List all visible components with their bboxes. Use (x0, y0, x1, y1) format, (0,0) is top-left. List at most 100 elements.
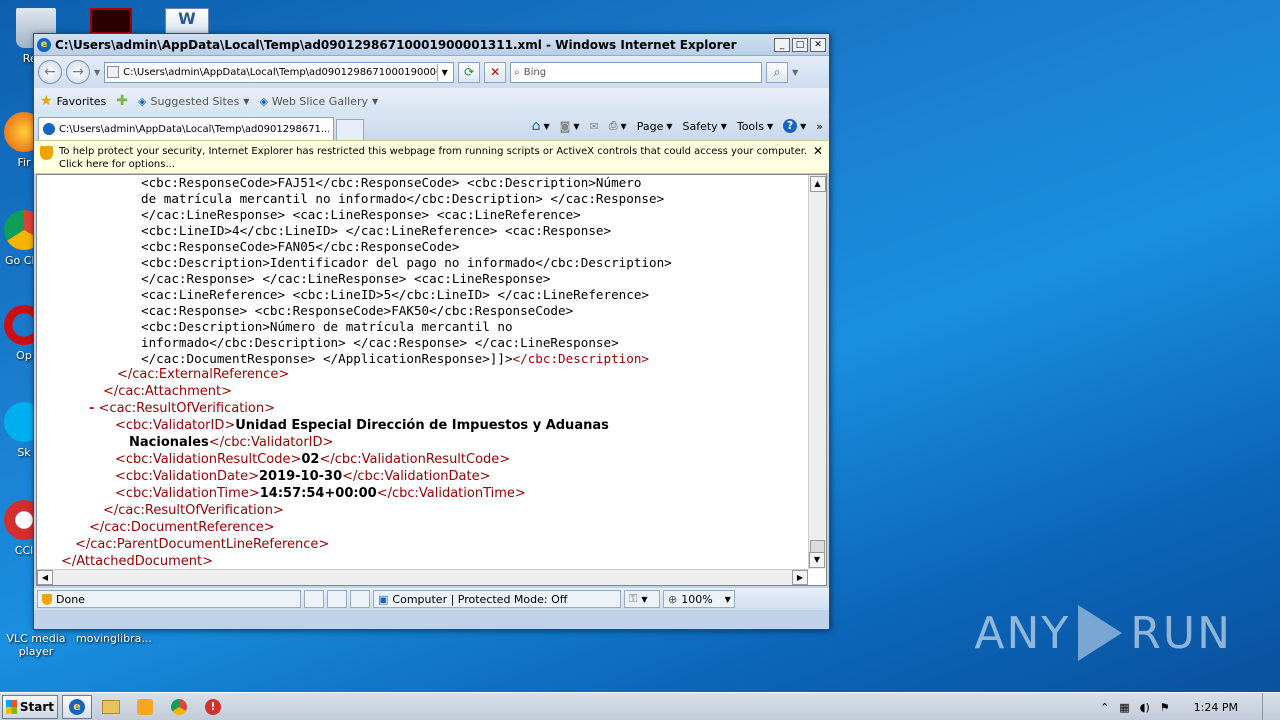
taskbar-explorer[interactable] (96, 695, 126, 719)
tab-bar: C:\Users\admin\AppData\Local\Temp\ad0901… (34, 114, 829, 140)
desktop-icon-vlc[interactable]: VLC media player (4, 632, 68, 658)
more-commands-icon[interactable]: » (816, 120, 823, 133)
taskbar-chrome[interactable] (164, 695, 194, 719)
maximize-button[interactable]: □ (792, 37, 808, 52)
chevron-down-icon: ▼ (243, 96, 250, 106)
tools-menu-label: Tools (736, 119, 764, 133)
chevron-down-icon: ▼ (371, 96, 379, 106)
home-icon: ⌂ (531, 118, 541, 134)
start-label: Start (19, 699, 54, 714)
address-dropdown-icon[interactable]: ▼ (437, 63, 451, 81)
tools-menu[interactable]: Tools ▼ (737, 120, 773, 133)
xml-tag: <cbc:ValidationResultCode> (115, 452, 302, 467)
recent-pages-dropdown[interactable]: ▼ (94, 68, 100, 77)
forward-button[interactable]: → (66, 60, 90, 84)
suggested-sites-link[interactable]: ◈ Suggested Sites ▼ (138, 95, 249, 108)
web-slice-gallery-link[interactable]: ◈ Web Slice Gallery ▼ (259, 95, 378, 108)
horizontal-scrollbar[interactable]: ◀ ▶ (37, 569, 808, 585)
scroll-up-arrow-icon[interactable]: ▲ (809, 176, 826, 192)
taskbar-media-player[interactable] (130, 695, 160, 719)
home-button[interactable]: ⌂ ▼ (532, 118, 550, 134)
collapse-toggle[interactable]: - (89, 401, 94, 416)
search-placeholder: Bing (523, 66, 547, 78)
address-bar: ← → ▼ C:\Users\admin\AppData\Local\Temp\… (34, 56, 829, 88)
xml-tag: <cbc:ValidationTime> (115, 486, 260, 501)
add-favorite-button[interactable]: ✚ (116, 93, 128, 109)
system-tray: ⌃ ▦ ◖) ⚑ 1:24 PM (1100, 693, 1280, 720)
favorites-bar: ★ Favorites ✚ ◈ Suggested Sites ▼ ◈ Web … (34, 88, 829, 114)
suggested-sites-label: Suggested Sites (150, 94, 240, 108)
xml-tag: <cac:ResultOfVerification> (98, 401, 275, 416)
network-icon[interactable]: ▦ (1119, 701, 1129, 714)
refresh-button[interactable]: ⟳ (458, 61, 481, 83)
start-button[interactable]: Start (2, 694, 58, 719)
taskbar: Start e ! ⌃ ▦ ◖) ⚑ 1:24 PM (0, 692, 1280, 720)
address-input[interactable]: C:\Users\admin\AppData\Local\Temp\ad0901… (104, 61, 455, 83)
scroll-right-arrow-icon[interactable]: ▶ (792, 570, 808, 585)
information-bar-close-icon[interactable]: ✕ (813, 144, 823, 158)
title-bar[interactable]: e C:\Users\admin\AppData\Local\Temp\ad09… (34, 34, 829, 56)
show-desktop-button[interactable] (1262, 693, 1272, 720)
xml-tag: </cbc:ValidatorID> (208, 435, 334, 450)
web-page-icon: ◈ (259, 94, 268, 108)
zoom-button[interactable]: ⊕ 100% ▼ (663, 590, 735, 608)
stop-button[interactable]: ✕ (484, 61, 507, 83)
xml-value: Unidad Especial Dirección de Impuestos y… (235, 418, 609, 433)
close-button[interactable]: ✕ (810, 37, 826, 52)
taskbar-stop-app[interactable]: ! (198, 695, 228, 719)
scroll-down-arrow-icon[interactable]: ▼ (809, 552, 825, 568)
address-text: C:\Users\admin\AppData\Local\Temp\ad0901… (123, 66, 438, 78)
xml-value: 14:57:54+00:00 (259, 486, 377, 501)
security-zone[interactable]: ▣ Computer | Protected Mode: Off (373, 590, 621, 608)
internet-explorer-icon (43, 123, 55, 135)
safety-menu[interactable]: Safety ▼ (683, 120, 727, 133)
mail-button[interactable]: ✉ (590, 120, 599, 133)
browser-tab[interactable]: C:\Users\admin\AppData\Local\Temp\ad0901… (38, 117, 334, 140)
lock-icon: ⚿ (629, 592, 638, 605)
chevron-down-icon: ▼ (620, 121, 627, 131)
help-button[interactable]: ? ▼ (783, 119, 806, 133)
feeds-button[interactable]: ◙ ▼ (560, 120, 580, 133)
page-menu[interactable]: Page ▼ (637, 120, 673, 133)
desktop-icon-label: Op (16, 349, 32, 362)
chevron-down-icon: ▼ (573, 121, 580, 131)
clock[interactable]: 1:24 PM (1194, 701, 1238, 714)
action-center-flag-icon[interactable]: ⚑ (1160, 701, 1170, 714)
security-information-bar[interactable]: To help protect your security, Internet … (34, 140, 829, 174)
print-button[interactable]: ⎙ ▼ (609, 119, 627, 133)
back-button[interactable]: ← (38, 60, 62, 84)
tab-title: C:\Users\admin\AppData\Local\Temp\ad0901… (58, 123, 329, 135)
search-options-dropdown[interactable]: ▼ (792, 68, 798, 77)
search-input[interactable]: ⌕ Bing (510, 61, 763, 83)
show-hidden-icons-icon[interactable]: ⌃ (1100, 701, 1109, 714)
vertical-scrollbar[interactable]: ▲ ▼ (808, 175, 826, 569)
search-button[interactable]: ⌕ (766, 61, 789, 83)
status-empty-3 (350, 590, 370, 608)
desktop-icon-moving-library[interactable]: movinglibra... (76, 632, 152, 645)
scroll-left-arrow-icon[interactable]: ◀ (37, 570, 53, 585)
cdata-line: </cac:Response> </cac:LineResponse> <cac… (141, 271, 551, 286)
taskbar-internet-explorer[interactable]: e (62, 694, 92, 719)
desktop-icon-acrobat[interactable] (90, 8, 132, 34)
xml-tag: </cbc:ValidationDate> (342, 469, 491, 484)
rss-icon: ◙ (559, 119, 571, 133)
xml-line: Nacionales</cbc:ValidatorID> (129, 435, 333, 451)
zoom-icon: ⊕ (668, 592, 678, 606)
watermark-text: RUN (1130, 607, 1232, 659)
zoom-level: 100% (681, 592, 713, 606)
minimize-button[interactable]: _ (774, 37, 790, 52)
chevron-down-icon: ▼ (766, 121, 774, 131)
xml-line: <cbc:ValidatorID>Unidad Especial Direcci… (115, 418, 609, 434)
window-title: C:\Users\admin\AppData\Local\Temp\ad0901… (55, 37, 737, 52)
desktop-icon-word[interactable]: W (165, 8, 209, 34)
volume-icon[interactable]: ◖) (1140, 701, 1150, 714)
desktop-icon-label: movinglibra... (76, 632, 152, 645)
anyrun-watermark: ANY RUN (974, 605, 1232, 661)
protected-mode-button[interactable]: ⚿ ▼ (624, 590, 660, 608)
chevron-down-icon: ▼ (666, 121, 673, 131)
add-favorite-icon: ✚ (116, 93, 128, 109)
new-tab-button[interactable] (336, 119, 364, 140)
chevron-down-icon: ▼ (641, 594, 648, 604)
xml-tag: </cac:Attachment> (103, 384, 233, 399)
favorites-button[interactable]: ★ Favorites (40, 93, 106, 109)
